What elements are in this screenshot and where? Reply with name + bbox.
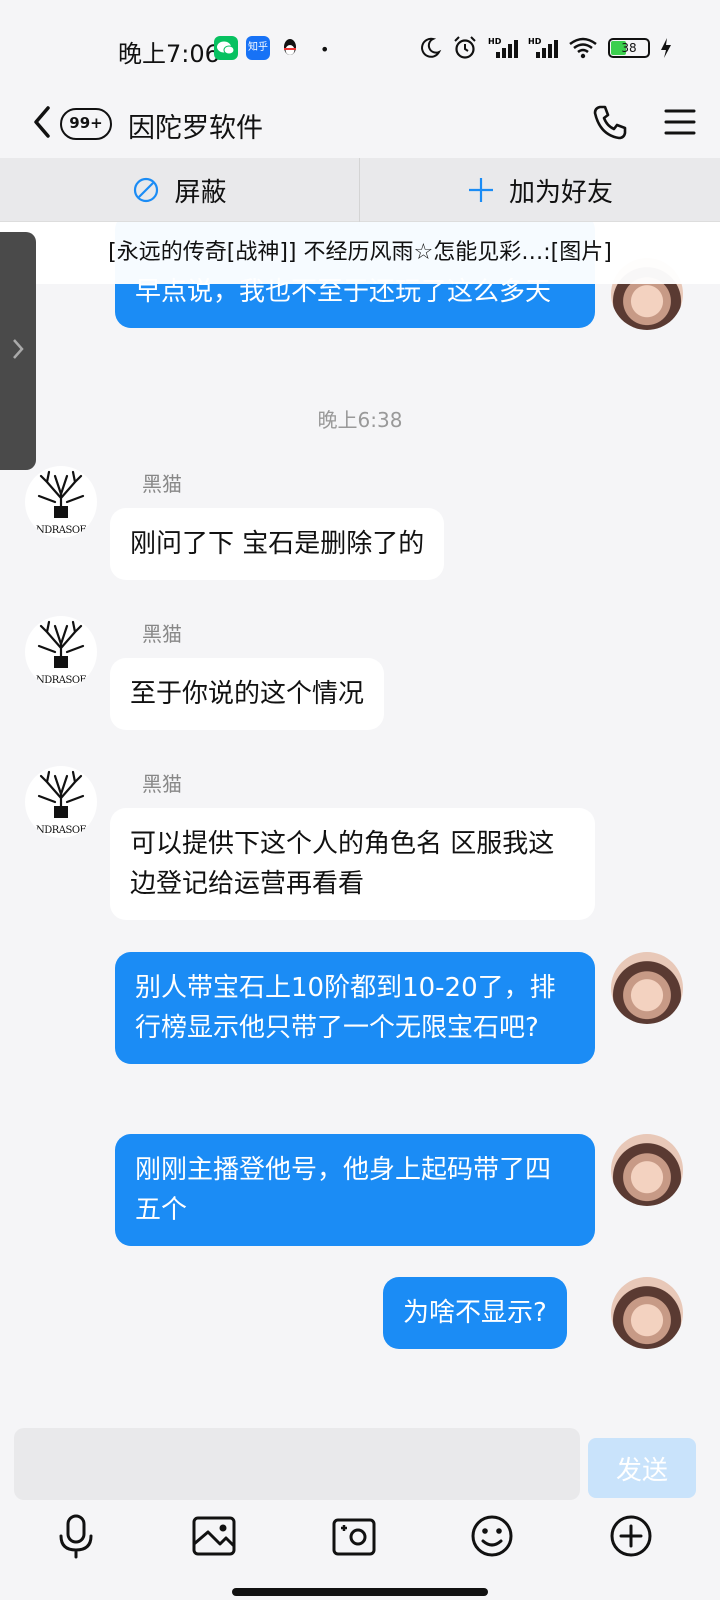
avatar-text: NDRASOF [35,525,87,536]
message-bubble-mine[interactable]: 为啥不显示? [383,1277,567,1349]
wechat-icon [214,36,238,60]
avatar-text: NDRASOF [35,675,87,686]
signal-hd-icon: HD [528,37,558,58]
send-button[interactable]: 发送 [588,1438,696,1498]
microphone-icon[interactable] [52,1512,100,1560]
page-title: 因陀罗软件 [128,113,263,144]
message-timestamp: 晚上6:38 [317,408,403,432]
side-drawer-handle[interactable] [0,232,36,470]
chat-header: 99+ 因陀罗软件 [0,90,720,158]
plus-circle-icon[interactable] [607,1512,655,1560]
my-avatar[interactable] [611,952,683,1024]
charging-icon [661,38,671,58]
message-bubble-mine[interactable]: 刚刚主播登他号，他身上起码带了四五个 [115,1134,595,1246]
sender-name: 黑猫 [142,472,182,496]
battery-icon: 38 [608,38,650,58]
message-bubble-other[interactable]: 至于你说的这个情况 [110,658,385,730]
sender-name: 黑猫 [142,622,182,646]
stranger-action-bar: 屏蔽 加为好友 [0,158,720,222]
pinned-message[interactable]: [永远的传奇[战神]] 不经历风雨☆怎能见彩…:[图片] [0,222,720,284]
block-label: 屏蔽 [174,177,227,208]
message-list[interactable]: 早点说，我也不至于还玩了这么多天 晚上6:38 NDRASOF 黑猫 刚问了下 … [0,222,720,1410]
back-icon[interactable] [28,100,58,144]
message-input[interactable] [14,1428,580,1500]
my-avatar[interactable] [611,1134,683,1206]
sender-name: 黑猫 [142,772,182,796]
battery-level: 38 [621,41,637,55]
avatar-text: NDRASOF [35,825,87,836]
menu-icon[interactable] [664,102,696,142]
moon-icon [421,37,442,58]
add-friend-label: 加为好友 [508,177,613,208]
message-bubble-mine[interactable]: 别人带宝石上10阶都到10-20了，排行榜显示他只带了一个无限宝石吧? [115,952,595,1064]
contact-avatar[interactable]: NDRASOF [25,466,97,538]
contact-avatar[interactable]: NDRASOF [25,616,97,688]
block-icon [134,177,159,203]
block-button[interactable]: 屏蔽 [0,158,360,222]
wifi-icon [569,37,597,59]
svg-text:HD: HD [488,37,502,46]
qq-icon [278,36,302,60]
status-icons: HD HD 38 [418,32,672,64]
camera-icon[interactable] [330,1512,378,1560]
svg-text:HD: HD [528,37,542,46]
emoji-icon[interactable] [468,1512,516,1560]
message-bubble-other[interactable]: 可以提供下这个人的角色名 区服我这边登记给运营再看看 [110,808,595,920]
contact-avatar[interactable]: NDRASOF [25,766,97,838]
unread-badge[interactable]: 99+ [60,108,112,140]
zhihu-icon: 知乎 [246,36,270,60]
signal-hd-icon: HD [488,37,518,58]
status-bar: 晚上7:06 知乎 • HD HD 38 [0,0,720,90]
home-indicator[interactable] [232,1588,488,1596]
chevron-right-icon [13,339,24,359]
more-notifications-dot: • [320,40,330,59]
plus-icon [468,178,493,202]
message-bubble-other[interactable]: 刚问了下 宝石是删除了的 [110,508,445,580]
my-avatar[interactable] [611,1277,683,1349]
add-friend-button[interactable]: 加为好友 [360,158,720,222]
composer: 发送 [0,1410,720,1600]
phone-icon[interactable] [590,102,630,142]
status-time: 晚上7:06 [118,40,220,68]
image-icon[interactable] [190,1512,238,1560]
alarm-icon [454,36,476,59]
